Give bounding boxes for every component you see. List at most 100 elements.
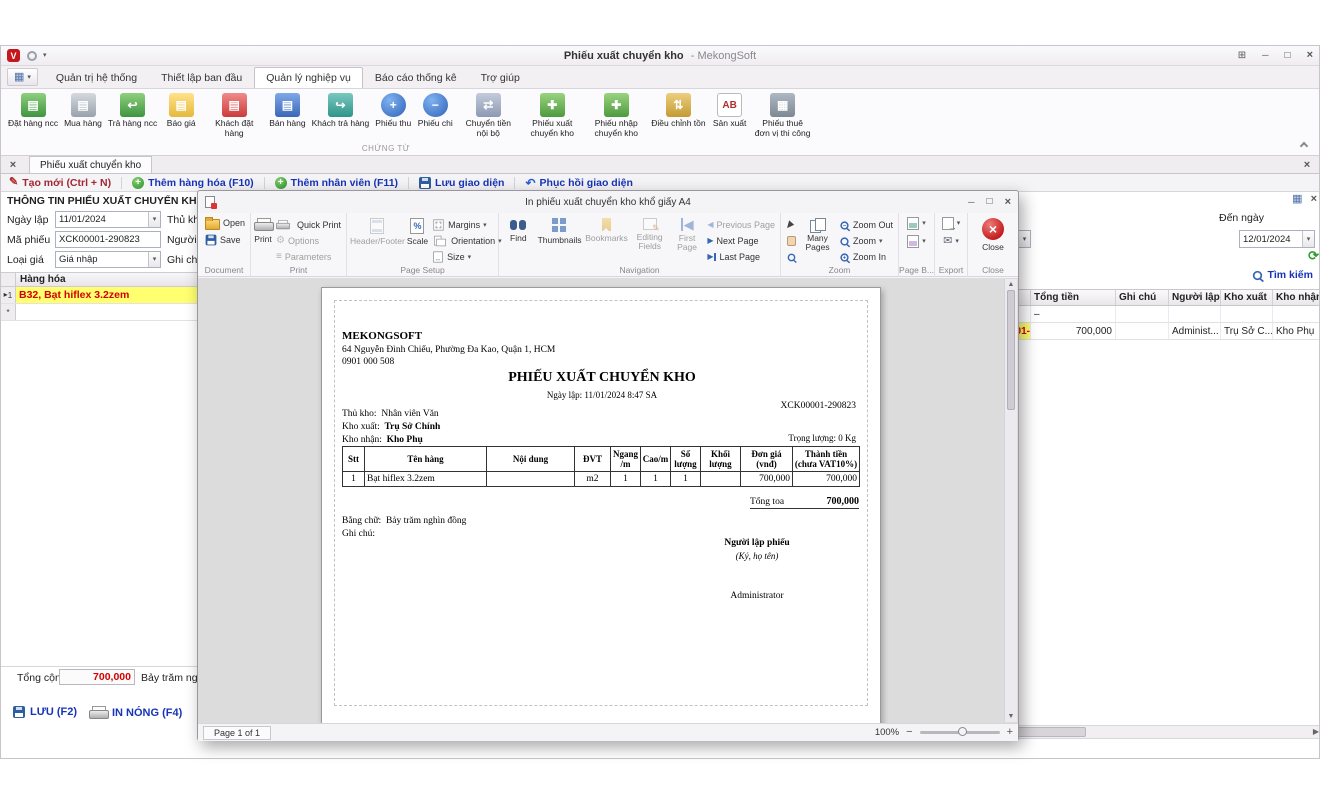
scroll-thumb[interactable] bbox=[1016, 727, 1086, 737]
ribbon-tra-hang-ncc[interactable]: Trả hàng ncc bbox=[105, 92, 160, 130]
document-tab-active[interactable]: Phiếu xuất chuyển kho bbox=[29, 156, 152, 173]
column-header-ghi-chu[interactable]: Ghi chú bbox=[1116, 290, 1169, 305]
ribbon-bao-gia[interactable]: Báo giá bbox=[160, 92, 202, 130]
magnifier-tool-button[interactable] bbox=[784, 250, 799, 264]
tab-bao-cao-thong-ke[interactable]: Báo cáo thống kê bbox=[363, 67, 469, 88]
hand-tool-button[interactable] bbox=[785, 234, 798, 248]
tab-close-right-icon[interactable] bbox=[1299, 157, 1315, 173]
zoom-out-button[interactable]: Zoom Out bbox=[837, 218, 895, 232]
save-button[interactable]: LƯU (F2) bbox=[13, 706, 77, 718]
add-item-button[interactable]: Thêm hàng hóa (F10) bbox=[132, 177, 254, 189]
search-button[interactable]: Tìm kiếm bbox=[1252, 269, 1313, 281]
panel-menu-icon[interactable] bbox=[1292, 194, 1302, 205]
refresh-icon[interactable] bbox=[1308, 249, 1319, 262]
ribbon-phieu-nhap-chuyen-kho[interactable]: Phiếu nhập chuyển kho bbox=[584, 92, 648, 139]
page-color-button[interactable] bbox=[905, 234, 928, 248]
header-footer-button[interactable]: Header/Footer bbox=[350, 216, 405, 246]
next-page-button[interactable]: Next Page bbox=[705, 234, 777, 248]
voucher-code-input[interactable]: XCK00001-290823 bbox=[55, 231, 161, 248]
previous-page-button[interactable]: Previous Page bbox=[705, 218, 777, 232]
app-logo-icon[interactable]: V bbox=[7, 49, 20, 62]
scroll-thumb[interactable] bbox=[1007, 290, 1015, 410]
restore-icon[interactable] bbox=[1285, 51, 1291, 61]
dropdown-caret[interactable] bbox=[148, 212, 160, 227]
find-button[interactable]: Find bbox=[502, 216, 535, 243]
dialog-titlebar[interactable]: In phiếu xuất chuyển kho khổ giấy A4 bbox=[198, 191, 1018, 213]
add-employee-button[interactable]: Thêm nhân viên (F11) bbox=[275, 177, 398, 189]
dialog-maximize-icon[interactable] bbox=[987, 197, 993, 208]
zoom-in-control-icon[interactable]: + bbox=[1007, 727, 1013, 738]
tab-thiet-lap-ban-dau[interactable]: Thiết lập ban đầu bbox=[149, 67, 254, 88]
ribbon-collapse-icon[interactable] bbox=[1300, 142, 1308, 150]
thumbnails-button[interactable]: Thumbnails bbox=[537, 216, 583, 245]
quick-access-caret-icon[interactable] bbox=[43, 52, 47, 59]
export-document-button[interactable] bbox=[940, 216, 963, 230]
to-date-select[interactable]: 12/01/2024 bbox=[1239, 230, 1315, 248]
quick-access-icon[interactable] bbox=[27, 51, 37, 61]
column-header-kho-nhan[interactable]: Kho nhận bbox=[1273, 290, 1319, 305]
date-created-input[interactable]: 11/01/2024 bbox=[55, 211, 161, 228]
ribbon-dat-hang-ncc[interactable]: Đặt hàng ncc bbox=[5, 92, 61, 130]
scale-button[interactable]: Scale bbox=[407, 216, 428, 246]
restore-layout-button[interactable]: Phục hồi giao diện bbox=[525, 177, 632, 189]
horizontal-scrollbar[interactable] bbox=[1007, 725, 1319, 739]
zoom-button[interactable]: Zoom bbox=[837, 234, 895, 248]
tab-quan-ly-nghiep-vu[interactable]: Quản lý nghiệp vụ bbox=[254, 67, 363, 88]
dialog-close-icon[interactable] bbox=[1005, 197, 1011, 208]
many-pages-button[interactable]: Many Pages bbox=[800, 216, 835, 252]
watermark-button[interactable] bbox=[905, 216, 928, 230]
close-preview-button[interactable]: Close bbox=[971, 216, 1015, 252]
ribbon-phieu-thue-don-vi-thi-cong[interactable]: Phiếu thuê đơn vị thi công bbox=[751, 92, 815, 139]
note-cell[interactable] bbox=[1116, 323, 1169, 339]
scroll-right-icon[interactable] bbox=[1313, 728, 1319, 736]
scroll-down-icon[interactable] bbox=[1008, 713, 1015, 720]
column-header-tong-tien[interactable]: Tổng tiền bbox=[1031, 290, 1116, 305]
fullscreen-icon[interactable] bbox=[1238, 51, 1246, 61]
editing-fields-button[interactable]: Editing Fields bbox=[631, 216, 669, 251]
dropdown-caret[interactable] bbox=[1302, 231, 1314, 247]
tab-close-left-icon[interactable] bbox=[5, 157, 21, 173]
preview-scrollbar[interactable] bbox=[1004, 279, 1017, 722]
ribbon-san-xuat[interactable]: Sản xuất bbox=[709, 92, 751, 130]
ribbon-chuyen-tien-noi-bo[interactable]: Chuyển tiền nội bộ bbox=[456, 92, 520, 139]
size-button[interactable]: Size bbox=[430, 250, 504, 264]
tab-tro-giup[interactable]: Trợ giúp bbox=[469, 67, 532, 88]
create-new-button[interactable]: Tạo mới (Ctrl + N) bbox=[9, 177, 111, 189]
last-page-button[interactable]: Last Page bbox=[705, 250, 777, 264]
ribbon-phieu-xuat-chuyen-kho[interactable]: Phiếu xuất chuyển kho bbox=[520, 92, 584, 139]
minimize-icon[interactable] bbox=[1262, 51, 1268, 60]
parameters-button[interactable]: Parameters bbox=[274, 250, 343, 264]
tab-quan-tri-he-thong[interactable]: Quản trị hệ thống bbox=[44, 67, 149, 88]
filter-cell[interactable]: – bbox=[1031, 306, 1116, 322]
hot-print-button[interactable]: IN NÓNG (F4) bbox=[89, 706, 182, 720]
panel-close-icon[interactable] bbox=[1311, 194, 1317, 205]
send-email-button[interactable] bbox=[941, 234, 961, 248]
scroll-up-icon[interactable] bbox=[1008, 281, 1015, 288]
ribbon-ban-hang[interactable]: Bán hàng bbox=[266, 92, 308, 130]
first-page-button[interactable]: First Page bbox=[671, 216, 704, 252]
close-icon[interactable] bbox=[1307, 50, 1313, 61]
total-cell[interactable]: 700,000 bbox=[1031, 323, 1116, 339]
save-document-button[interactable]: Save bbox=[203, 233, 243, 247]
ribbon-dieu-chinh-ton[interactable]: Điều chỉnh tồn bbox=[648, 92, 708, 130]
source-warehouse-cell[interactable]: Trụ Sở C... bbox=[1221, 323, 1273, 339]
column-header-kho-xuat[interactable]: Kho xuất bbox=[1221, 290, 1273, 305]
dest-warehouse-cell[interactable]: Kho Phụ bbox=[1273, 323, 1319, 339]
ribbon-khach-tra-hang[interactable]: Khách trả hàng bbox=[309, 92, 373, 130]
dialog-minimize-icon[interactable] bbox=[968, 197, 974, 208]
zoom-slider[interactable] bbox=[920, 731, 1000, 734]
voucher-row[interactable]: 001-... 700,000 Administ... Trụ Sở C... … bbox=[1007, 323, 1319, 340]
column-header-nguoi-lap[interactable]: Người lập bbox=[1169, 290, 1221, 305]
options-button[interactable]: Options bbox=[274, 234, 343, 248]
quick-print-button[interactable]: Quick Print bbox=[274, 218, 343, 232]
print-button[interactable]: Print bbox=[254, 216, 272, 244]
save-layout-button[interactable]: Lưu giao diện bbox=[419, 177, 504, 189]
pointer-tool-button[interactable] bbox=[786, 218, 796, 232]
ribbon-mua-hang[interactable]: Mua hàng bbox=[61, 92, 105, 130]
open-button[interactable]: Open bbox=[203, 216, 247, 230]
zoom-slider-knob[interactable] bbox=[958, 727, 967, 736]
dropdown-caret[interactable] bbox=[148, 252, 160, 267]
ribbon-khach-dat-hang[interactable]: Khách đặt hàng bbox=[202, 92, 266, 139]
price-type-select[interactable]: Giá nhập bbox=[55, 251, 161, 268]
dropdown-caret[interactable] bbox=[1018, 231, 1030, 247]
